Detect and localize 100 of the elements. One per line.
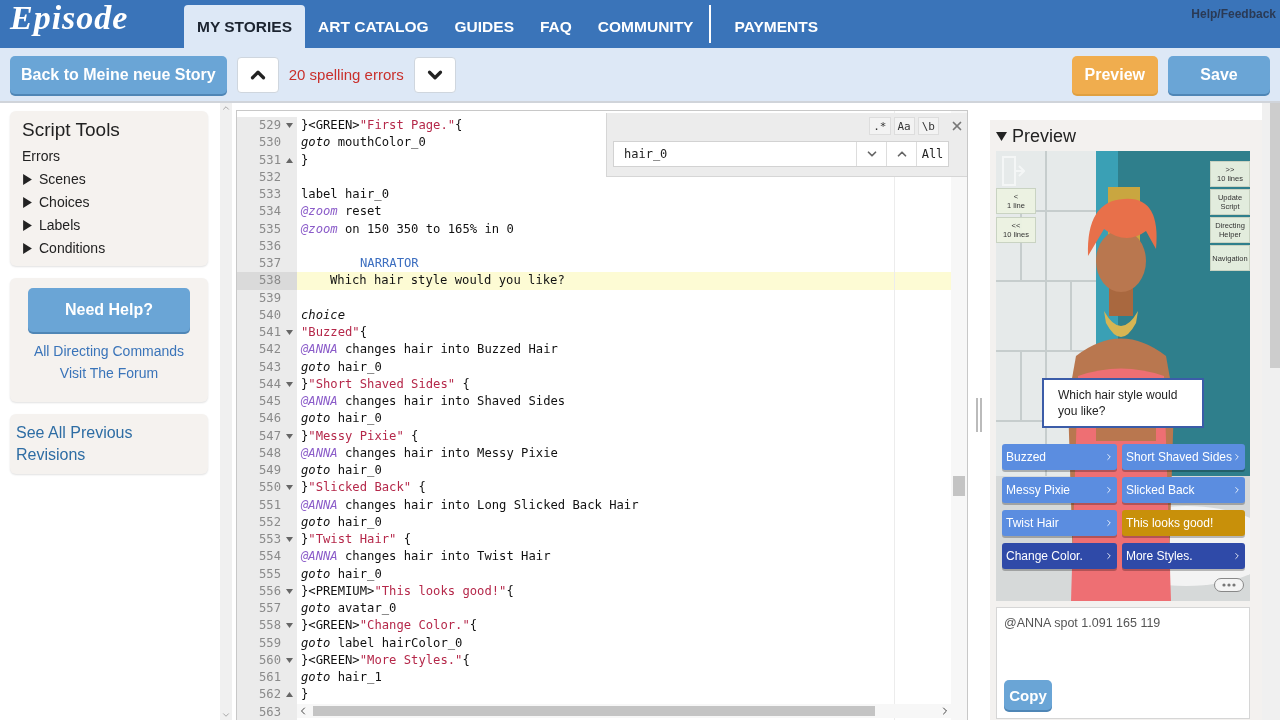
line-number: 547 [259, 427, 281, 445]
line-number: 550 [259, 479, 281, 497]
scroll-thumb[interactable] [953, 476, 965, 496]
line-number: 553 [259, 531, 281, 548]
revisions-link[interactable]: See All Previous Revisions [16, 422, 202, 466]
more-button[interactable] [1214, 578, 1244, 592]
line-number: 537 [259, 255, 281, 272]
code-line: goto hair_0 [301, 410, 382, 428]
search-option-button[interactable]: .* [869, 117, 891, 135]
code-line: goto hair_0 [301, 565, 382, 583]
line-number: 563 [259, 703, 281, 720]
line-number: 558 [259, 617, 281, 635]
command-text: @ANNA spot 1.091 165 119 [1004, 616, 1162, 630]
code-line: choice [301, 306, 346, 324]
line-number: 543 [259, 358, 281, 376]
code-line: @ANNA changes hair into Twist Hair [301, 548, 551, 566]
choice-button[interactable]: Change Color. [1002, 543, 1117, 569]
code-line: }<GREEN>"More Styles."{ [301, 651, 470, 669]
scroll-thumb[interactable] [313, 706, 875, 716]
fold-down-icon[interactable] [286, 381, 293, 387]
line-number: 539 [259, 289, 281, 307]
code-line: } [301, 686, 309, 704]
line-number: 555 [259, 565, 281, 583]
fold-down-icon[interactable] [286, 537, 293, 542]
line-number: 534 [259, 203, 281, 221]
nav-tab[interactable]: MY STORIES [184, 5, 306, 48]
fold-down-icon[interactable] [286, 123, 293, 128]
section-label[interactable]: Scenes [39, 168, 86, 191]
line-number: 532 [259, 168, 281, 186]
line-number: 557 [259, 600, 281, 617]
fold-up-icon[interactable] [286, 157, 293, 163]
line-number: 548 [259, 444, 281, 462]
line-number: 560 [259, 651, 281, 669]
code-line: "Buzzed"{ [301, 324, 368, 341]
nav-tab[interactable]: ART CATALOG [305, 5, 442, 48]
spelling-errors: 20 spelling errors [288, 66, 404, 83]
section-label[interactable]: Labels [39, 214, 81, 237]
line-number: 549 [259, 462, 281, 479]
nav-tab[interactable]: GUIDES [441, 5, 527, 48]
splitter-handle[interactable] [976, 398, 982, 432]
fold-down-icon[interactable] [286, 433, 293, 439]
code-line: goto mouthColor_0 [301, 134, 426, 152]
line-number: 556 [259, 582, 281, 600]
code-line: }"Messy Pixie" { [301, 427, 419, 445]
preview-title[interactable]: Preview [1012, 125, 1077, 147]
line-number: 529 [259, 117, 281, 134]
code-line: }<GREEN>"Change Color."{ [301, 617, 478, 635]
fold-down-icon[interactable] [286, 657, 293, 663]
fold-down-icon[interactable] [286, 623, 293, 629]
section-label[interactable]: Conditions [39, 237, 106, 260]
code-line: goto label hairColor_0 [301, 634, 463, 652]
code-line: Which hair style would you like? [330, 272, 565, 290]
fold-down-icon[interactable] [286, 330, 293, 335]
fold-down-icon[interactable] [286, 588, 293, 594]
code-line: @ANNA changes hair into Long Slicked Back Hair [301, 496, 639, 514]
code-line: label hair_0 [301, 186, 390, 203]
close-icon [950, 119, 964, 133]
nav-tab[interactable]: FAQ [527, 5, 585, 48]
search-option-button[interactable]: Aa [893, 117, 915, 135]
line-number: 538 [259, 272, 281, 290]
line-number: 552 [259, 513, 281, 531]
code-line: @ANNA changes hair into Shaved Sides [301, 393, 566, 410]
line-number: 559 [259, 634, 281, 652]
chevron-up-icon [221, 103, 231, 113]
section-label[interactable]: Choices [39, 191, 90, 214]
more-icon [1222, 583, 1236, 587]
help-link[interactable]: All Directing Commands [33, 340, 185, 362]
line-number: 554 [259, 548, 281, 566]
code-line: @ANNA changes hair into Buzzed Hair [301, 341, 558, 359]
fold-down-icon[interactable] [286, 485, 293, 491]
line-number: 551 [259, 496, 281, 514]
choice-button[interactable]: More Styles. [1121, 543, 1245, 569]
code-line: } [301, 151, 309, 169]
line-number: 536 [259, 237, 281, 255]
nav-tab[interactable]: COMMUNITY [584, 5, 707, 48]
nav-tab[interactable]: PAYMENTS [721, 5, 831, 48]
line-number: 531 [259, 151, 281, 169]
search-option-button[interactable]: \b [917, 117, 939, 135]
search-field[interactable]: hair_0 All [613, 141, 949, 167]
help-link[interactable]: Visit The Forum [59, 362, 159, 384]
line-number: 545 [259, 393, 281, 410]
scroll-thumb[interactable] [1270, 103, 1280, 368]
code-line: NARRATOR [360, 255, 419, 272]
code-line: @ANNA changes hair into Messy Pixie [301, 444, 558, 462]
line-number: 544 [259, 375, 281, 393]
line-number: 540 [259, 306, 281, 324]
close-button[interactable] [950, 119, 964, 133]
line-number: 562 [259, 686, 281, 704]
line-number: 541 [259, 324, 281, 341]
code-line: @zoom reset [301, 203, 382, 221]
previous-error-button[interactable] [236, 56, 279, 93]
logo: Episode [8, 0, 130, 36]
line-number: 561 [259, 669, 281, 686]
line-number: 530 [259, 134, 281, 152]
errors-item[interactable]: Errors [22, 145, 196, 168]
fold-up-icon[interactable] [286, 692, 293, 698]
line-number: 533 [259, 186, 281, 203]
next-error-button[interactable] [413, 56, 456, 93]
code-line: goto hair_0 [301, 513, 382, 531]
line-number: 535 [259, 220, 281, 238]
